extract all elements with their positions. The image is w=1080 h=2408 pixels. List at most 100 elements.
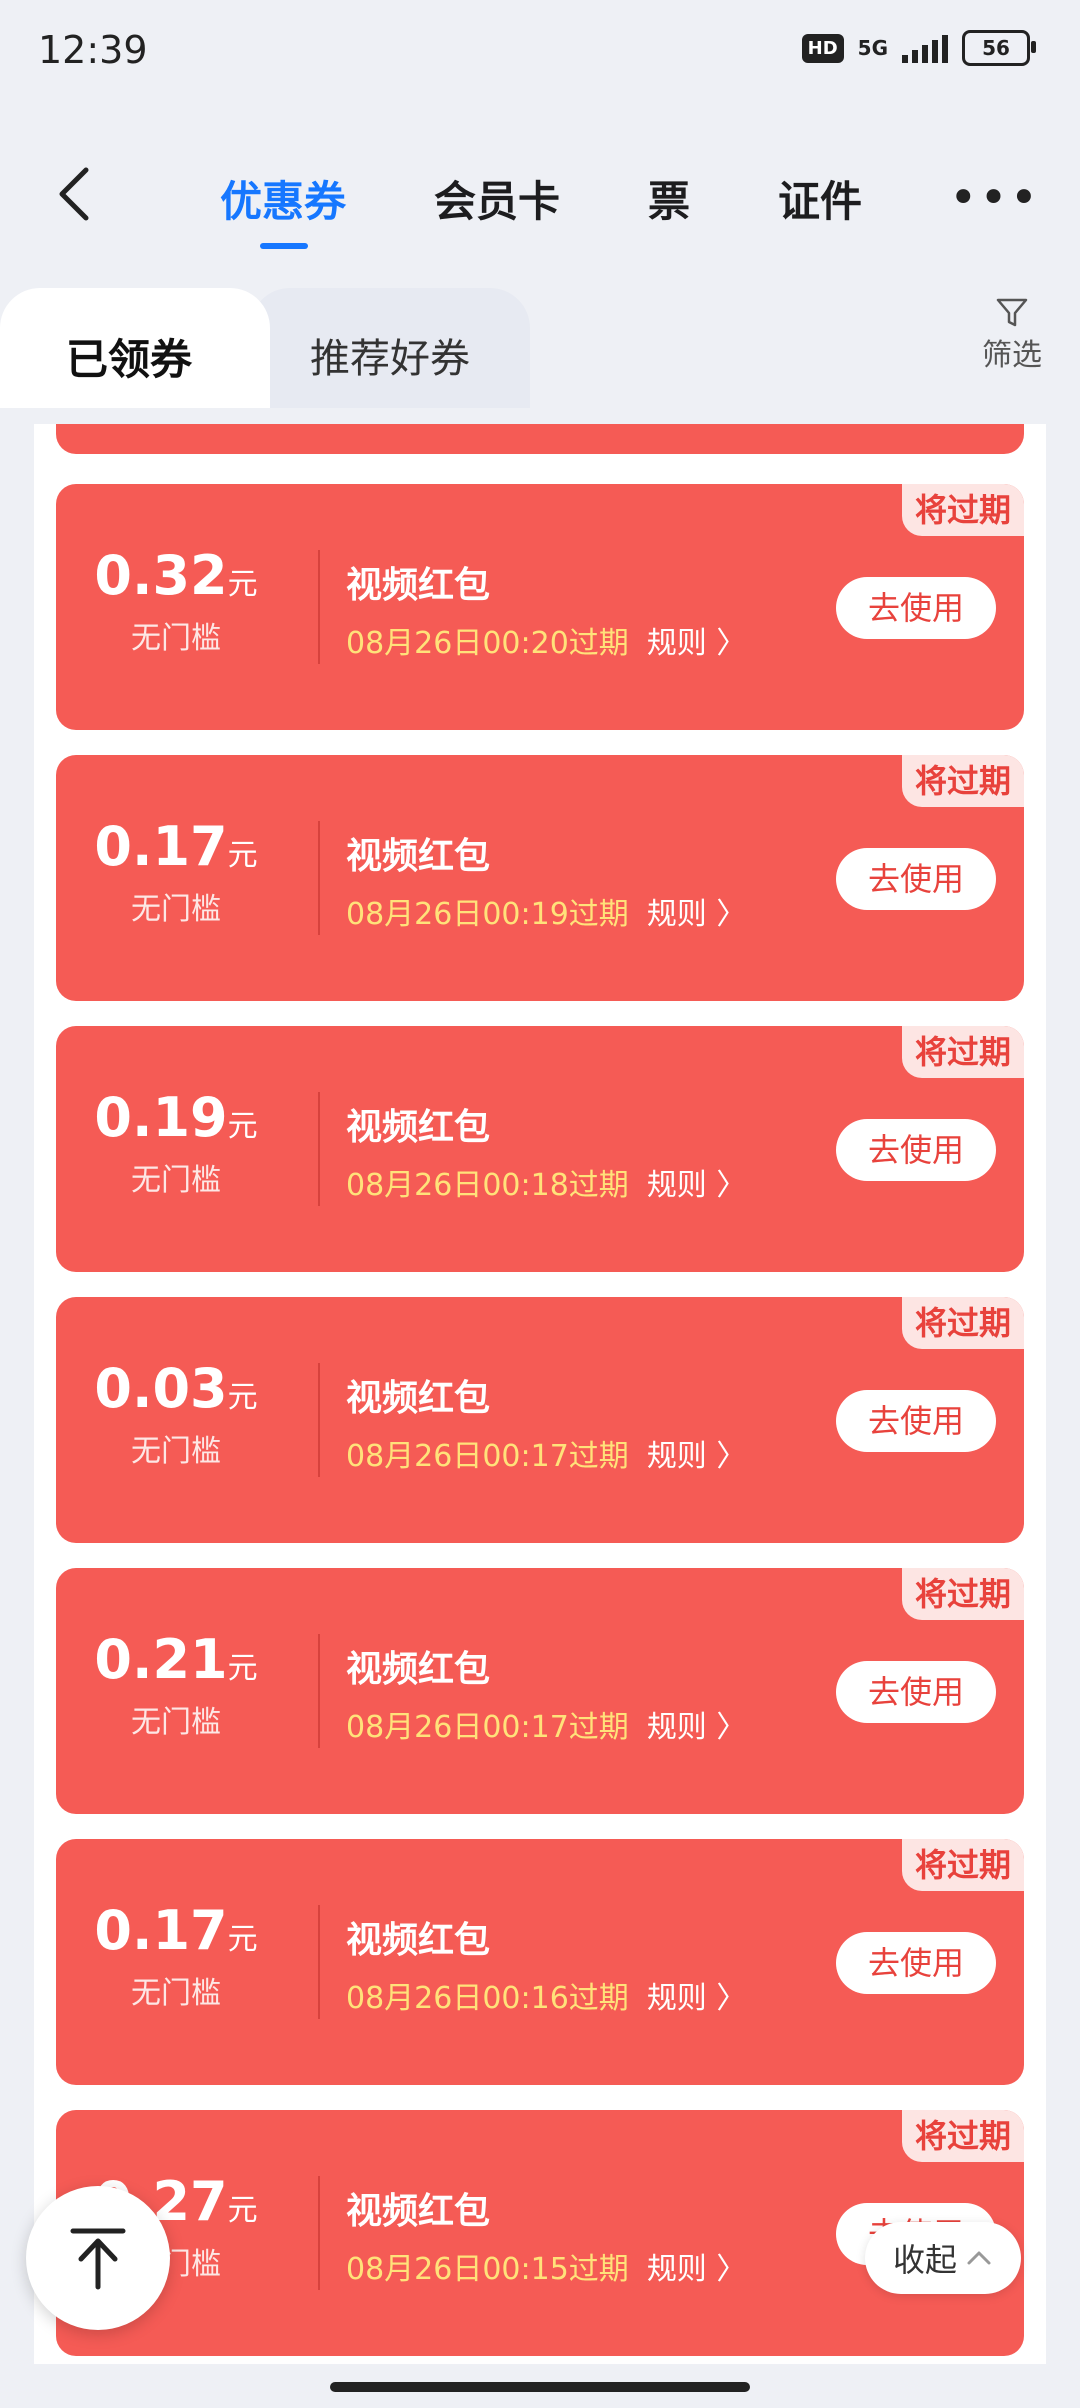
arrow-up-icon <box>70 2228 126 2290</box>
chevron-right-icon: 〉 <box>716 1439 747 1474</box>
coupon-expiry: 08月26日00:19过期 <box>346 897 629 932</box>
home-indicator[interactable] <box>330 2382 750 2392</box>
divider <box>318 550 320 664</box>
expiring-tag: 将过期 <box>902 484 1024 536</box>
amount-value: 0.17 <box>94 1899 228 1962</box>
top-nav: 优惠券 会员卡 票 证件 ••• <box>0 150 1080 249</box>
coupon-amount: 0.03元 无门槛 <box>56 1357 296 1470</box>
subtab-claimed[interactable]: 已领券 <box>0 288 270 408</box>
coupon-amount: 0.32元 无门槛 <box>56 544 296 657</box>
chevron-right-icon: 〉 <box>716 2252 747 2287</box>
network-label: 5G <box>857 36 888 60</box>
coupon-title: 视频红包 <box>346 1649 491 1690</box>
amount-value: 0.32 <box>94 544 228 607</box>
filter-button[interactable]: 筛选 <box>972 294 1052 374</box>
collapse-label: 收起 <box>892 2241 957 2279</box>
filter-icon <box>996 298 1028 327</box>
coupon-card: 将过期 0.17元 无门槛 视频红包 08月26日00:16过期 规则 〉 去使用 <box>56 1839 1024 2085</box>
amount-unit: 元 <box>227 1922 258 1957</box>
coupon-title: 视频红包 <box>346 2191 491 2232</box>
hd-badge: HD <box>801 33 844 63</box>
rule-label: 规则 <box>646 897 707 932</box>
divider <box>318 1092 320 1206</box>
expiring-tag: 将过期 <box>902 1568 1024 1620</box>
collapse-button[interactable]: 收起 <box>865 2222 1021 2294</box>
status-bar: 12:39 HD 5G 56 <box>0 0 1080 100</box>
more-icon[interactable]: ••• <box>949 170 1040 226</box>
coupon-expiry: 08月26日00:17过期 <box>346 1439 629 1474</box>
divider <box>318 821 320 935</box>
chevron-right-icon: 〉 <box>716 1981 747 2016</box>
coupon-title: 视频红包 <box>346 1107 491 1148</box>
coupon-amount: 0.17元 无门槛 <box>56 1899 296 2012</box>
back-button[interactable] <box>48 164 108 224</box>
divider <box>318 1905 320 2019</box>
coupon-amount: 0.17元 无门槛 <box>56 815 296 928</box>
use-button[interactable]: 去使用 <box>836 1119 996 1181</box>
chevron-left-icon <box>59 167 89 221</box>
scroll-to-top-button[interactable] <box>26 2186 170 2330</box>
subtab-claimed-label: 已领券 <box>66 335 193 384</box>
rule-link[interactable]: 规则 〉 <box>647 1710 747 1745</box>
rule-link[interactable]: 规则 〉 <box>647 1981 747 2016</box>
rule-link[interactable]: 规则 〉 <box>647 1439 747 1474</box>
coupon-card: 将过期 0.21元 无门槛 视频红包 08月26日00:17过期 规则 〉 去使用 <box>56 1568 1024 1814</box>
chevron-right-icon: 〉 <box>716 1710 747 1745</box>
coupon-expiry: 08月26日00:20过期 <box>346 626 629 661</box>
rule-label: 规则 <box>646 1168 707 1203</box>
use-button[interactable]: 去使用 <box>836 848 996 910</box>
rule-label: 规则 <box>646 1981 707 2016</box>
amount-unit: 元 <box>227 567 258 602</box>
coupon-condition: 无门槛 <box>131 621 221 656</box>
rule-label: 规则 <box>646 626 707 661</box>
rule-label: 规则 <box>646 2252 707 2287</box>
tab-membership-cards[interactable]: 会员卡 <box>434 168 560 229</box>
chevron-right-icon: 〉 <box>716 1168 747 1203</box>
rule-link[interactable]: 规则 〉 <box>647 897 747 932</box>
sub-tabs: 推荐好券 已领券 筛选 <box>0 284 1080 424</box>
rule-link[interactable]: 规则 〉 <box>647 2252 747 2287</box>
rule-label: 规则 <box>646 1710 707 1745</box>
filter-label: 筛选 <box>982 338 1042 373</box>
coupon-title: 视频红包 <box>346 565 491 606</box>
rule-link[interactable]: 规则 〉 <box>647 626 747 661</box>
coupon-title: 视频红包 <box>346 836 491 877</box>
use-button[interactable]: 去使用 <box>836 1661 996 1723</box>
coupon-expiry: 08月26日00:16过期 <box>346 1981 629 2016</box>
expiring-tag: 将过期 <box>902 1026 1024 1078</box>
coupon-condition: 无门槛 <box>131 1163 221 1198</box>
expiring-tag: 将过期 <box>902 1839 1024 1891</box>
amount-unit: 元 <box>227 2193 258 2228</box>
rule-label: 规则 <box>646 1439 707 1474</box>
amount-value: 0.19 <box>94 1086 228 1149</box>
amount-unit: 元 <box>227 1651 258 1686</box>
amount-unit: 元 <box>227 1109 258 1144</box>
expiring-tag: 将过期 <box>902 2110 1024 2162</box>
amount-unit: 元 <box>227 838 258 873</box>
chevron-up-icon <box>967 2251 991 2265</box>
chevron-right-icon: 〉 <box>716 626 747 661</box>
tab-coupons[interactable]: 优惠券 <box>220 168 346 249</box>
use-button[interactable]: 去使用 <box>836 1390 996 1452</box>
use-button[interactable]: 去使用 <box>836 1932 996 1994</box>
coupon-amount: 0.21元 无门槛 <box>56 1628 296 1741</box>
divider <box>318 1634 320 1748</box>
rule-link[interactable]: 规则 〉 <box>647 1168 747 1203</box>
coupon-card: 将过期 0.03元 无门槛 视频红包 08月26日00:17过期 规则 〉 去使用 <box>56 1297 1024 1543</box>
coupon-condition: 无门槛 <box>131 892 221 927</box>
coupon-card-partial <box>56 424 1024 454</box>
coupon-expiry: 08月26日00:15过期 <box>346 2252 629 2287</box>
subtab-recommended[interactable]: 推荐好券 <box>250 288 530 408</box>
battery-icon: 56 <box>962 30 1036 66</box>
use-button[interactable]: 去使用 <box>836 577 996 639</box>
status-time: 12:39 <box>38 28 148 72</box>
coupon-title: 视频红包 <box>346 1378 491 1419</box>
coupon-card: 将过期 0.32元 无门槛 视频红包 08月26日00:20过期 规则 〉 去使用 <box>56 484 1024 730</box>
tab-certificates[interactable]: 证件 <box>778 168 862 229</box>
tab-tickets[interactable]: 票 <box>648 168 690 229</box>
coupon-card: 将过期 0.19元 无门槛 视频红包 08月26日00:18过期 规则 〉 去使用 <box>56 1026 1024 1272</box>
divider <box>318 2176 320 2290</box>
amount-value: 0.03 <box>94 1357 228 1420</box>
battery-level: 56 <box>982 36 1010 60</box>
coupon-condition: 无门槛 <box>131 1976 221 2011</box>
